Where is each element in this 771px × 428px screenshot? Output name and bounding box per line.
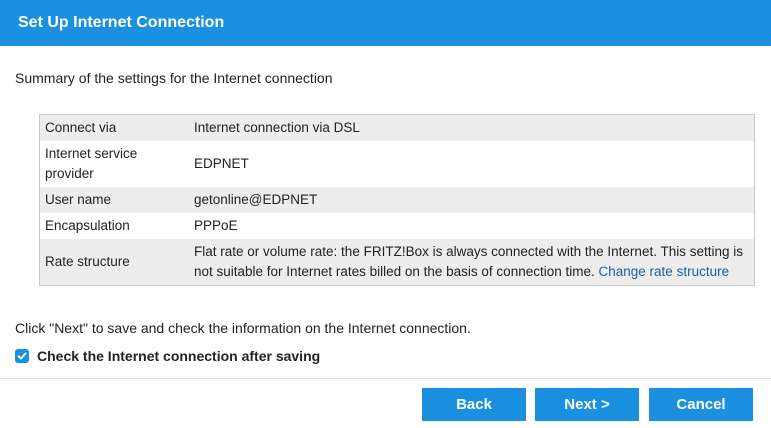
table-row: Connect via Internet connection via DSL	[40, 115, 754, 141]
instruction-text: Click "Next" to save and check the infor…	[15, 320, 471, 336]
table-row: Encapsulation PPPoE	[40, 213, 754, 239]
row-value: getonline@EDPNET	[189, 187, 754, 213]
footer-divider	[0, 378, 771, 379]
row-value: EDPNET	[189, 141, 754, 187]
row-label: User name	[40, 187, 189, 213]
check-connection-label: Check the Internet connection after savi…	[37, 348, 321, 364]
back-button[interactable]: Back	[422, 388, 526, 421]
page-title: Set Up Internet Connection	[18, 14, 225, 31]
dialog-header: Set Up Internet Connection	[0, 0, 771, 46]
summary-text: Summary of the settings for the Internet…	[15, 70, 333, 86]
row-label: Connect via	[40, 115, 189, 141]
row-label: Encapsulation	[40, 213, 189, 239]
next-button[interactable]: Next >	[535, 388, 639, 421]
table-row: User name getonline@EDPNET	[40, 187, 754, 213]
change-rate-structure-link[interactable]: Change rate structure	[599, 264, 730, 279]
settings-table: Connect via Internet connection via DSL …	[39, 114, 755, 286]
row-label: Rate structure	[40, 239, 189, 285]
check-connection-checkbox[interactable]	[15, 349, 29, 363]
checkmark-icon	[17, 352, 27, 360]
row-label: Internet service provider	[40, 141, 189, 187]
table-row: Internet service provider EDPNET	[40, 141, 754, 187]
row-value: Internet connection via DSL	[189, 115, 754, 141]
table-row: Rate structure Flat rate or volume rate:…	[40, 239, 754, 285]
row-value: PPPoE	[189, 213, 754, 239]
row-value: Flat rate or volume rate: the FRITZ!Box …	[189, 239, 754, 285]
cancel-button[interactable]: Cancel	[649, 388, 753, 421]
check-connection-option[interactable]: Check the Internet connection after savi…	[15, 348, 320, 364]
